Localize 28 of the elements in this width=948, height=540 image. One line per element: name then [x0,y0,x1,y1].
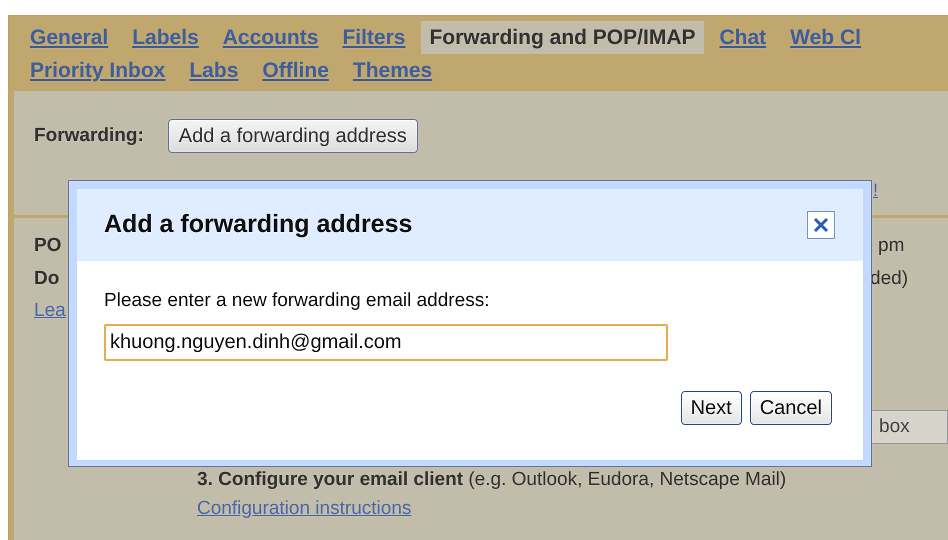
time-text: pm [878,234,906,258]
tab[interactable]: Priority Inbox [22,54,174,87]
tab[interactable]: Accounts [214,21,326,54]
step-3-text: 3. Configure your email client (e.g. Outlook, Eudora, Netscape Mail) [197,468,788,492]
tab[interactable]: Filters [334,21,414,54]
tab[interactable]: Chat [712,21,774,54]
forwarding-label: Forwarding: [34,124,144,148]
add-forwarding-address-button[interactable]: Add a forwarding address [168,119,418,153]
close-button[interactable] [807,211,835,239]
download-label: Do [34,266,60,290]
tab[interactable]: Labels [124,21,207,54]
tab[interactable]: General [22,21,116,54]
tab[interactable]: Web Cl [782,21,869,54]
next-button[interactable]: Next [680,390,742,424]
status-text: ded) [870,266,910,290]
configuration-instructions-link[interactable]: Configuration instructions [197,498,412,518]
tab[interactable]: Offline [254,54,337,87]
email-input-field[interactable]: khuong.nguyen.dinh@gmail.com [104,324,668,360]
close-icon [812,216,830,234]
prompt-text: Please enter a new forwarding email address: [104,289,490,313]
cancel-button[interactable]: Cancel [750,390,832,424]
tab[interactable]: Labs [181,54,246,87]
learn-more-link[interactable]: Lea [34,297,66,326]
tab[interactable]: Forwarding and POP/IMAP [421,21,704,54]
dialog-title: Add a forwarding address [104,209,412,240]
link[interactable]: ! [872,177,878,203]
tab[interactable]: Themes [344,54,440,87]
pop-label: PO [34,234,62,258]
